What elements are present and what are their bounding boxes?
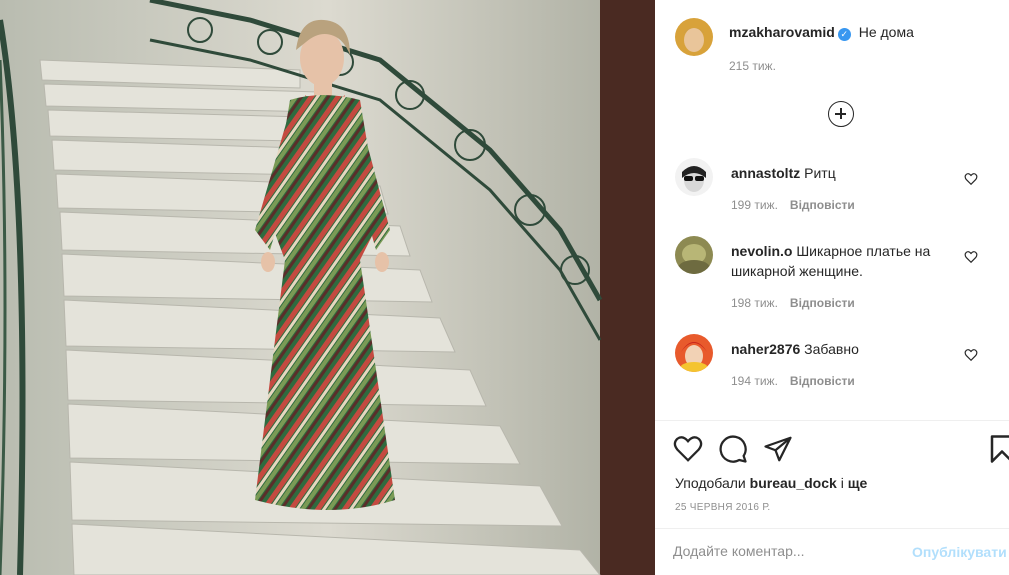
post-photo[interactable] — [0, 0, 655, 575]
likes-and: і — [840, 475, 844, 491]
comment-text: Забавно — [804, 341, 859, 357]
divider — [655, 420, 1009, 421]
comment-avatar[interactable] — [675, 158, 713, 196]
comment-input[interactable] — [673, 543, 903, 559]
comment-username[interactable]: annastoltz — [731, 165, 800, 181]
caption-text: Не дома — [858, 24, 914, 40]
comment-item: nevolin.o Шикарное платье на шикарной же… — [675, 236, 1009, 313]
likes-prefix: Уподобали — [675, 475, 746, 491]
post-actions — [673, 434, 808, 464]
comment-bubble-icon[interactable] — [718, 434, 748, 464]
comment-item: naher2876 Забавно 194 тиж. Відповісти — [675, 334, 1009, 391]
paper-plane-icon[interactable] — [763, 434, 793, 464]
comment-time[interactable]: 194 тиж. — [731, 374, 778, 388]
reply-button[interactable]: Відповісти — [790, 296, 855, 310]
verified-badge-icon: ✓ — [837, 28, 851, 41]
comment-time[interactable]: 199 тиж. — [731, 198, 778, 212]
post-details-panel: mzakharovamid ✓ Не дома 215 тиж. annastol… — [655, 0, 1009, 575]
post-photo-image — [0, 0, 655, 575]
post-comment-button[interactable]: Опублікувати — [912, 544, 1007, 560]
comment-time[interactable]: 198 тиж. — [731, 296, 778, 310]
comment-username[interactable]: nevolin.o — [731, 243, 792, 259]
heart-icon[interactable] — [964, 172, 978, 186]
comment-text: Ритц — [804, 165, 836, 181]
heart-icon[interactable] — [964, 348, 978, 362]
comment-avatar[interactable] — [675, 236, 713, 274]
post-caption: mzakharovamid ✓ Не дома 215 тиж. — [675, 18, 999, 73]
post-date[interactable]: 25 ЧЕРВНЯ 2016 Р. — [675, 502, 770, 513]
comment-item: annastoltz Ритц 199 тиж. Відповісти — [675, 158, 1009, 215]
likes-more-link[interactable]: ще — [848, 475, 868, 491]
likes-summary: Уподобали bureau_dock і ще — [675, 475, 867, 491]
heart-icon[interactable] — [673, 434, 703, 464]
comment-avatar[interactable] — [675, 334, 713, 372]
heart-icon[interactable] — [964, 250, 978, 264]
reply-button[interactable]: Відповісти — [790, 198, 855, 212]
author-avatar[interactable] — [675, 18, 713, 56]
plus-circle-icon[interactable] — [828, 101, 854, 127]
reply-button[interactable]: Відповісти — [790, 374, 855, 388]
comment-username[interactable]: naher2876 — [731, 341, 800, 357]
add-comment-row: Опублікувати — [655, 528, 1009, 575]
liker-username[interactable]: bureau_dock — [750, 475, 837, 491]
post-time[interactable]: 215 тиж. — [729, 59, 999, 73]
bookmark-icon[interactable] — [989, 434, 1009, 464]
author-username[interactable]: mzakharovamid — [729, 24, 835, 40]
